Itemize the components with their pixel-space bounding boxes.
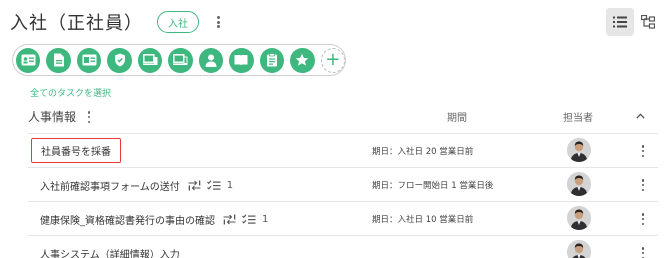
devices-icon[interactable] [137, 47, 163, 73]
view-toggle [606, 8, 662, 36]
list-view-button[interactable] [606, 8, 634, 36]
checklist-count: 1 [262, 214, 269, 225]
page-header: 入社（正社員） 入社 [10, 8, 223, 36]
tree-view-button[interactable] [634, 8, 662, 36]
task-row[interactable]: 健康保険_資格確認書発行の事由の確認 1 期日：入社日 10 営業日前 [28, 201, 658, 235]
title-more-icon[interactable] [213, 15, 223, 29]
task-period: 期日：入社日 10 営業日前 [372, 215, 474, 225]
document-icon[interactable] [46, 47, 71, 73]
checklist-icon [242, 214, 256, 225]
id-badge-icon[interactable] [76, 47, 102, 73]
list-icon [613, 16, 627, 28]
task-more-icon[interactable] [640, 144, 646, 158]
task-more-icon[interactable] [640, 246, 646, 258]
task-type-toolbar: + [12, 44, 346, 76]
column-header-period: 期間 [447, 113, 467, 124]
add-task-type-button[interactable]: + [320, 47, 346, 73]
task-row[interactable]: 人事システム（詳細情報）入力 [28, 235, 658, 258]
checklist-icon [206, 180, 221, 191]
chevron-up-icon[interactable] [634, 110, 646, 122]
avatar[interactable] [567, 138, 591, 162]
status-badge[interactable]: 入社 [157, 11, 199, 33]
task-row[interactable]: 社員番号を採番 期日：入社日 20 営業日前 [28, 133, 658, 167]
person-icon[interactable] [198, 47, 224, 73]
avatar[interactable] [567, 206, 591, 230]
task-period: 期日：入社日 20 営業日前 [372, 147, 474, 157]
avatar[interactable] [567, 172, 591, 196]
task-row[interactable]: 入社前確認事項フォームの送付 1 期日：フロー開始日 1 営業日後 [28, 167, 658, 201]
star-icon[interactable] [290, 47, 315, 73]
column-header-owner: 担当者 [563, 113, 593, 124]
devices-alt-icon[interactable] [168, 47, 193, 73]
transfer-icon [188, 180, 201, 191]
clipboard-icon[interactable] [259, 47, 285, 73]
page-title: 入社（正社員） [10, 13, 143, 34]
task-name[interactable]: 社員番号を採番 [31, 138, 121, 163]
section-header: 人事情報 期間 担当者 [28, 104, 654, 128]
task-name[interactable]: 入社前確認事項フォームの送付 1 [40, 178, 233, 193]
id-card-icon[interactable] [16, 47, 41, 73]
checklist-count: 1 [226, 180, 234, 191]
task-period: 期日：フロー開始日 1 営業日後 [372, 181, 494, 191]
select-all-tasks-link[interactable]: 全てのタスクを選択 [30, 86, 111, 99]
task-more-icon[interactable] [640, 178, 646, 192]
shield-icon[interactable] [107, 47, 132, 73]
task-more-icon[interactable] [640, 212, 646, 226]
hierarchy-icon [641, 15, 655, 29]
task-name[interactable]: 健康保険_資格確認書発行の事由の確認 1 [40, 212, 268, 227]
task-name[interactable]: 人事システム（詳細情報）入力 [40, 246, 180, 258]
section-title: 人事情報 [28, 110, 77, 124]
plus-icon: + [325, 49, 341, 70]
avatar[interactable] [567, 240, 591, 258]
transfer-icon [223, 214, 236, 225]
section-more-icon[interactable] [86, 110, 92, 124]
book-icon[interactable] [229, 47, 254, 73]
